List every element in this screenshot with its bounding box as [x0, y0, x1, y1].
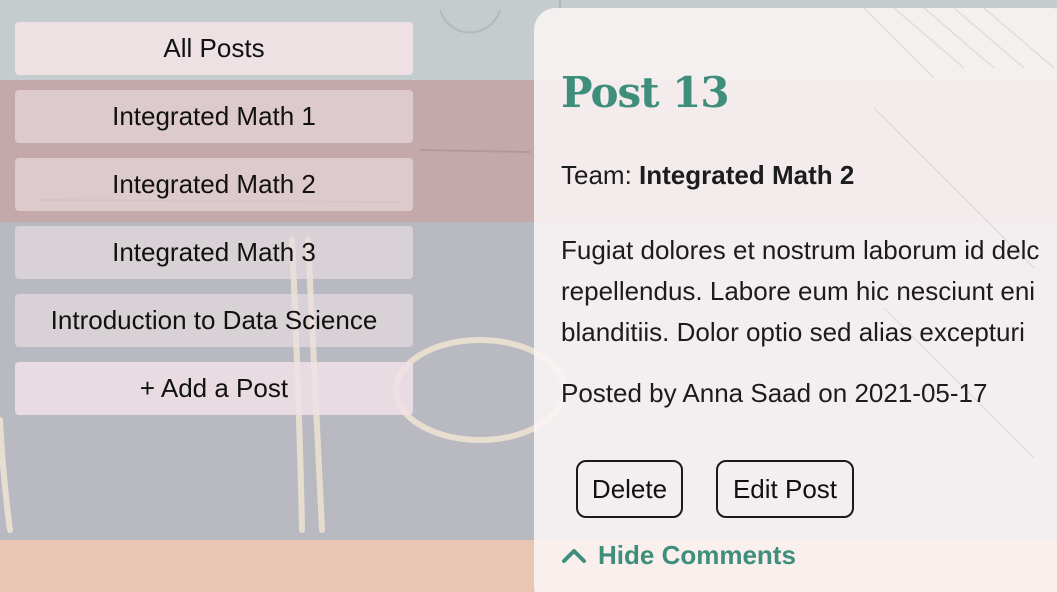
- hide-comments-toggle[interactable]: Hide Comments: [561, 540, 796, 571]
- sidebar-item-all-posts[interactable]: All Posts: [15, 22, 413, 75]
- hide-comments-label: Hide Comments: [598, 540, 796, 570]
- add-post-button[interactable]: + Add a Post: [15, 362, 413, 415]
- team-label: Team:: [561, 160, 632, 190]
- post-team: Team: Integrated Math 2: [561, 160, 854, 191]
- sidebar-item-integrated-math-2[interactable]: Integrated Math 2: [15, 158, 413, 211]
- edit-post-button[interactable]: Edit Post: [716, 460, 854, 518]
- post-body-line: Fugiat dolores et nostrum laborum id del…: [561, 235, 1040, 265]
- delete-post-button[interactable]: Delete: [576, 460, 683, 518]
- post-body: Fugiat dolores et nostrum laborum id del…: [561, 230, 1057, 353]
- sidebar-item-integrated-math-1[interactable]: Integrated Math 1: [15, 90, 413, 143]
- sidebar-item-integrated-math-3[interactable]: Integrated Math 3: [15, 226, 413, 279]
- post-body-line: blanditiis. Dolor optio sed alias except…: [561, 317, 1025, 347]
- team-name: Integrated Math 2: [639, 160, 855, 190]
- post-body-line: repellendus. Labore eum hic nesciunt eni: [561, 276, 1036, 306]
- post-title: Post 13: [561, 68, 730, 117]
- post-card: Post 13 Team: Integrated Math 2 Fugiat d…: [534, 8, 1057, 592]
- sidebar-item-intro-data-science[interactable]: Introduction to Data Science: [15, 294, 413, 347]
- chevron-up-icon: [562, 548, 586, 563]
- post-byline: Posted by Anna Saad on 2021-05-17: [561, 378, 988, 408]
- team-sidebar: All Posts Integrated Math 1 Integrated M…: [15, 22, 413, 430]
